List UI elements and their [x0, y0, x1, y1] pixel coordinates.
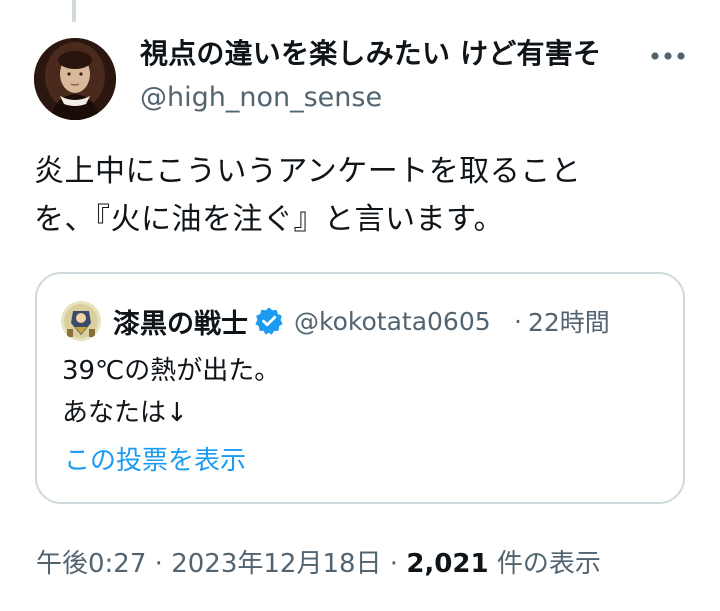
- views-label: 件の表示: [496, 549, 601, 579]
- separator-dot: ·: [514, 306, 522, 336]
- quoted-tweet-text: 39℃の熱が出た。 あなたは↓: [62, 350, 280, 434]
- more-options-button[interactable]: [646, 38, 690, 74]
- verified-badge-icon: [254, 306, 284, 336]
- author-avatar[interactable]: [34, 38, 116, 120]
- quoted-author-avatar-image: [61, 301, 101, 341]
- author-avatar-image: [34, 38, 116, 120]
- quoted-text-line: あなたは↓: [62, 398, 188, 428]
- tweet-detail: 視点の違いを楽しみたい けど有害そ @high_non_sense 炎上中にこう…: [0, 0, 720, 611]
- quoted-author-handle[interactable]: @kokotata0605: [294, 307, 510, 336]
- quoted-author-display-name[interactable]: 漆黒の戦士: [113, 302, 248, 341]
- quoted-author-avatar[interactable]: [61, 301, 101, 341]
- more-horizontal-icon: [651, 52, 685, 60]
- tweet-timestamp-date[interactable]: 2023年12月18日: [171, 549, 381, 579]
- tweet-text: 炎上中にこういうアンケートを取ること を、『火に油を注ぐ』と言います。: [34, 148, 684, 244]
- separator-dot: ·: [389, 549, 399, 579]
- tweet-text-line: を、『火に油を注ぐ』と言います。: [34, 202, 504, 237]
- quoted-tweet-card[interactable]: 漆黒の戦士 @kokotata0605 · 22時間 39℃の熱が出た。 あなた…: [35, 272, 685, 504]
- views-count: 2,021: [406, 549, 489, 579]
- thread-connector-line: [72, 0, 76, 22]
- tweet-text-line: 炎上中にこういうアンケートを取ること: [34, 154, 582, 189]
- show-poll-link[interactable]: この投票を表示: [64, 440, 246, 482]
- author-display-name[interactable]: 視点の違いを楽しみたい けど有害そ: [140, 32, 636, 76]
- separator-dot: ·: [154, 549, 163, 579]
- quoted-text-line: 39℃の熱が出た。: [62, 356, 281, 386]
- quoted-tweet-time[interactable]: 22時間: [528, 303, 610, 339]
- tweet-metadata: 午後0:27 · 2023年12月18日 · 2,021 件の表示: [36, 542, 601, 586]
- author-handle[interactable]: @high_non_sense: [140, 78, 640, 118]
- author-block: 視点の違いを楽しみたい けど有害そ @high_non_sense: [140, 32, 640, 118]
- quoted-tweet-header: 漆黒の戦士 @kokotata0605 · 22時間: [61, 300, 661, 342]
- tweet-timestamp-time[interactable]: 午後0:27: [36, 549, 146, 579]
